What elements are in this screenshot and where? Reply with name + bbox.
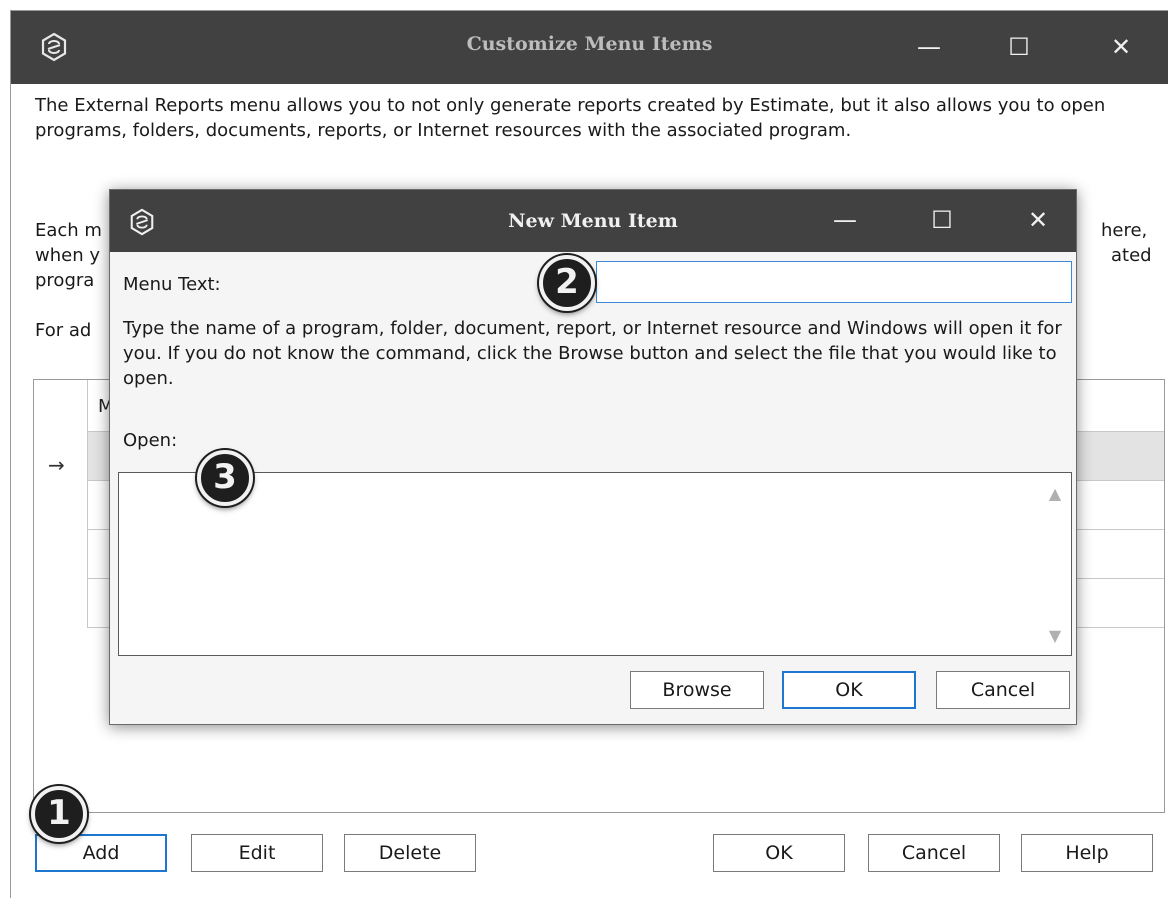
edit-button[interactable]: Edit (191, 834, 323, 872)
menu-text-label: Menu Text: (123, 274, 221, 295)
row-indicator-arrow-icon: → (48, 453, 65, 477)
dialog-titlebar[interactable]: New Menu Item — ☐ ✕ (110, 190, 1076, 252)
callout-step-3: 3 (197, 450, 253, 506)
description-text: The External Reports menu allows you to … (35, 93, 1163, 341)
callout-step-1: 1 (31, 786, 87, 842)
maximize-icon[interactable]: ☐ (922, 202, 962, 238)
row-selector-column (34, 380, 88, 628)
close-icon[interactable]: ✕ (1101, 29, 1141, 65)
ok-button[interactable]: OK (713, 834, 845, 872)
vertical-scrollbar[interactable]: ▲ ▼ (1039, 473, 1071, 655)
description-fragment-ated: ated (1111, 245, 1152, 266)
open-command-field[interactable]: ▲ ▼ (118, 472, 1072, 656)
scroll-up-arrow-icon[interactable]: ▲ (1039, 479, 1071, 509)
new-menu-item-dialog: New Menu Item — ☐ ✕ Menu Text: Type the … (109, 189, 1077, 725)
open-label: Open: (123, 430, 178, 451)
description-fragment-here: here, (1101, 220, 1148, 241)
dialog-ok-button[interactable]: OK (782, 671, 916, 709)
description-fragment-each: Each m (35, 220, 102, 241)
menu-text-input[interactable] (596, 261, 1072, 303)
outer-window-title: Customize Menu Items (466, 33, 713, 55)
delete-button[interactable]: Delete (344, 834, 476, 872)
dialog-cancel-button[interactable]: Cancel (936, 671, 1070, 709)
scroll-down-arrow-icon[interactable]: ▼ (1039, 621, 1071, 651)
description-fragment-for: For ad (35, 320, 92, 341)
minimize-icon[interactable]: — (909, 29, 949, 65)
cancel-button[interactable]: Cancel (868, 834, 1000, 872)
close-icon[interactable]: ✕ (1018, 202, 1058, 238)
browse-button[interactable]: Browse (630, 671, 764, 709)
callout-step-2: 2 (539, 255, 595, 311)
outer-titlebar[interactable]: Customize Menu Items — ☐ ✕ (11, 11, 1168, 84)
description-fragment-when: when y (35, 245, 100, 266)
minimize-icon[interactable]: — (825, 202, 865, 238)
description-fragment-program: progra (35, 270, 95, 291)
description-paragraph-1: The External Reports menu allows you to … (35, 95, 1106, 141)
help-button[interactable]: Help (1021, 834, 1153, 872)
maximize-icon[interactable]: ☐ (999, 29, 1039, 65)
open-command-input[interactable] (119, 473, 1039, 655)
instructions-text: Type the name of a program, folder, docu… (123, 318, 1062, 389)
